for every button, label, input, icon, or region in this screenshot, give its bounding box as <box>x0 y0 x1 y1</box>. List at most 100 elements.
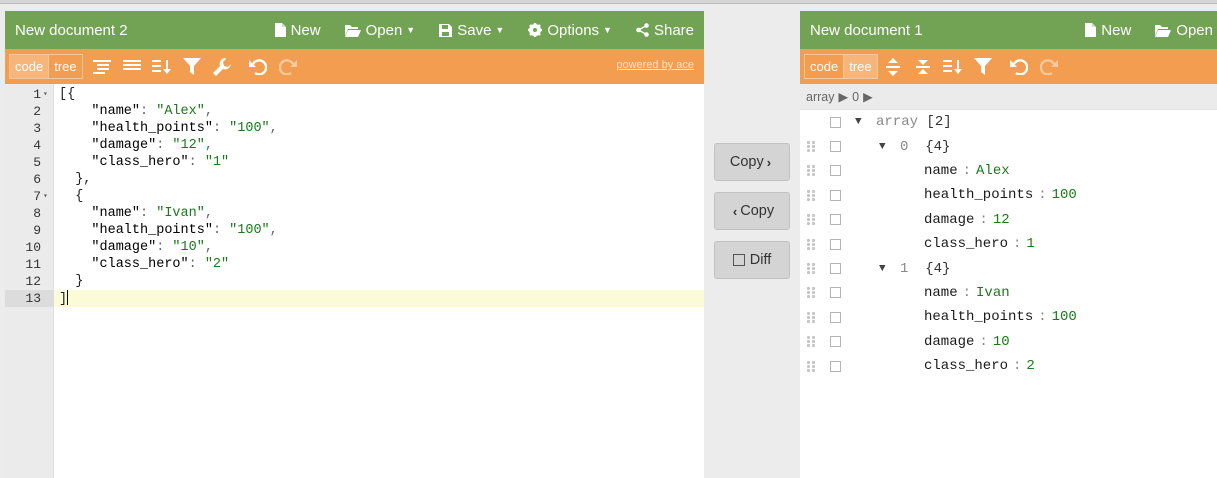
redo-icon[interactable] <box>273 54 303 80</box>
right-document-title[interactable]: New document 1 <box>810 22 923 39</box>
field-key[interactable]: damage <box>924 212 974 228</box>
code-line[interactable]: 7 ▾ { <box>5 188 704 205</box>
field-value[interactable]: 2 <box>1026 358 1034 374</box>
left-save-button[interactable]: Save ▼ <box>439 22 504 39</box>
breadcrumb-array[interactable]: array <box>806 90 834 104</box>
drag-handle-icon[interactable] <box>807 141 816 153</box>
context-menu-button[interactable] <box>830 287 841 299</box>
context-menu-button[interactable] <box>830 336 841 348</box>
field-key[interactable]: class_hero <box>924 236 1008 252</box>
context-menu-button[interactable] <box>830 214 841 226</box>
undo-icon[interactable] <box>243 54 273 80</box>
field-key[interactable]: class_hero <box>924 358 1008 374</box>
tree-node-row[interactable]: ▼ array [2] <box>800 110 1217 134</box>
fold-toggle-icon[interactable]: ▾ <box>43 86 48 103</box>
code-line[interactable]: 10 "damage": "10", <box>5 239 704 256</box>
field-value[interactable]: 1 <box>1026 236 1034 252</box>
filter-icon[interactable] <box>177 54 207 80</box>
field-key[interactable]: health_points <box>924 187 1033 203</box>
drag-handle-icon[interactable] <box>807 165 816 177</box>
field-value[interactable]: Ivan <box>976 285 1010 301</box>
left-mode-code-button[interactable]: code <box>9 54 50 79</box>
powered-by-ace-link[interactable]: powered by ace <box>616 59 694 71</box>
field-key[interactable]: health_points <box>924 309 1033 325</box>
context-menu-button[interactable] <box>830 141 841 153</box>
right-mode-code-button[interactable]: code <box>804 54 845 79</box>
drag-handle-icon[interactable] <box>807 189 816 201</box>
tree-node-row[interactable]: damage:12 <box>800 208 1217 232</box>
field-value[interactable]: 100 <box>1052 309 1077 325</box>
tree-node-row[interactable]: name: Ivan <box>800 281 1217 305</box>
code-line[interactable]: 4 "damage": "12", <box>5 137 704 154</box>
sort-icon[interactable] <box>147 54 177 80</box>
tree-field: name: Ivan <box>924 285 1010 301</box>
drag-handle-icon[interactable] <box>807 336 816 348</box>
context-menu-button[interactable] <box>830 165 841 177</box>
breadcrumb-index-0[interactable]: 0 <box>852 90 859 104</box>
field-value[interactable]: 100 <box>1052 187 1077 203</box>
tree-node-row[interactable]: damage:10 <box>800 330 1217 354</box>
context-menu-button[interactable] <box>830 116 841 128</box>
left-options-button[interactable]: Options ▼ <box>528 22 612 39</box>
drag-handle-icon[interactable] <box>807 263 816 275</box>
code-line[interactable]: 5 "class_hero": "1" <box>5 154 704 171</box>
expand-triangle-icon[interactable]: ▼ <box>879 141 886 153</box>
filter-icon[interactable] <box>968 54 998 80</box>
field-key[interactable]: damage <box>924 334 974 350</box>
code-line[interactable]: 1 ▾ [{ <box>5 86 704 103</box>
drag-handle-icon[interactable] <box>807 238 816 250</box>
tree-node-row[interactable]: class_hero:2 <box>800 354 1217 378</box>
left-open-button[interactable]: Open ▼ <box>344 22 415 39</box>
field-value[interactable]: 12 <box>993 212 1010 228</box>
tree-node-row[interactable]: name: Alex <box>800 159 1217 183</box>
right-open-button[interactable]: Open <box>1155 22 1213 39</box>
expand-triangle-icon[interactable]: ▼ <box>879 263 886 275</box>
field-value[interactable]: Alex <box>976 163 1010 179</box>
copy-to-right-button[interactable]: Copy › <box>714 143 790 181</box>
tree-node-row[interactable]: health_points:100 <box>800 305 1217 329</box>
code-line[interactable]: 13] <box>5 290 704 307</box>
undo-icon[interactable] <box>1004 54 1034 80</box>
code-editor[interactable]: 1 ▾[{2 "name": "Alex", 3 "health_points": … <box>5 84 704 478</box>
left-mode-tree-button[interactable]: tree <box>49 54 83 79</box>
redo-icon[interactable] <box>1034 54 1064 80</box>
code-line[interactable]: 6 }, <box>5 171 704 188</box>
tree-node-row[interactable]: class_hero:1 <box>800 232 1217 256</box>
fold-toggle-icon[interactable]: ▾ <box>43 188 48 205</box>
field-key[interactable]: name <box>924 285 958 301</box>
context-menu-button[interactable] <box>830 238 841 250</box>
collapse-all-icon[interactable] <box>908 54 938 80</box>
code-line[interactable]: 2 "name": "Alex", <box>5 103 704 120</box>
copy-to-left-button[interactable]: ‹ Copy <box>714 192 790 230</box>
context-menu-button[interactable] <box>830 189 841 201</box>
code-line[interactable]: 12 } <box>5 273 704 290</box>
field-value[interactable]: 10 <box>993 334 1010 350</box>
code-line[interactable]: 11 "class_hero": "2" <box>5 256 704 273</box>
tree-node-row[interactable]: ▼ 1 {4} <box>800 256 1217 280</box>
drag-handle-icon[interactable] <box>807 360 816 372</box>
code-line[interactable]: 9 "health_points": "100", <box>5 222 704 239</box>
drag-handle-icon[interactable] <box>807 311 816 323</box>
drag-handle-icon[interactable] <box>807 287 816 299</box>
compact-icon[interactable] <box>117 54 147 80</box>
diff-button[interactable]: Diff <box>714 241 790 279</box>
repair-wrench-icon[interactable] <box>207 54 237 80</box>
left-share-button[interactable]: Share <box>636 22 694 39</box>
right-mode-tree-button[interactable]: tree <box>844 54 878 79</box>
left-new-button[interactable]: New <box>274 22 321 39</box>
drag-handle-icon[interactable] <box>807 214 816 226</box>
context-menu-button[interactable] <box>830 360 841 372</box>
expand-triangle-icon[interactable]: ▼ <box>855 116 862 128</box>
code-line[interactable]: 8 "name": "Ivan", <box>5 205 704 222</box>
tree-node-row[interactable]: ▼ 0 {4} <box>800 134 1217 158</box>
tree-node-row[interactable]: health_points:100 <box>800 183 1217 207</box>
expand-all-icon[interactable] <box>878 54 908 80</box>
code-line[interactable]: 3 "health_points": "100", <box>5 120 704 137</box>
field-key[interactable]: name <box>924 163 958 179</box>
sort-icon[interactable] <box>938 54 968 80</box>
context-menu-button[interactable] <box>830 311 841 323</box>
format-icon[interactable] <box>87 54 117 80</box>
right-new-button[interactable]: New <box>1085 22 1131 39</box>
context-menu-button[interactable] <box>830 263 841 275</box>
left-document-title[interactable]: New document 2 <box>15 22 128 39</box>
